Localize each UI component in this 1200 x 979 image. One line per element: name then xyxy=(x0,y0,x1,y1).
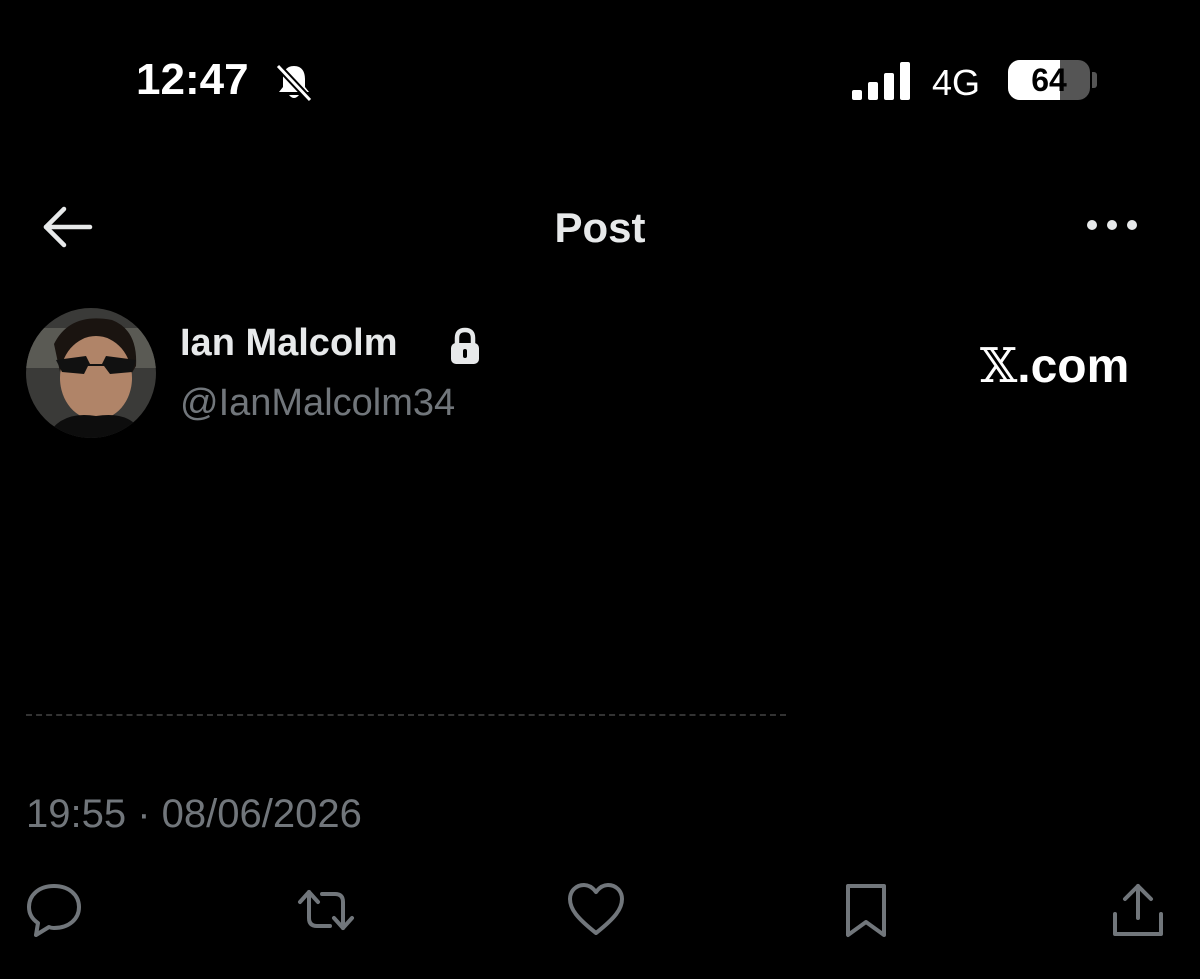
reply-icon[interactable] xyxy=(24,880,84,940)
watermark-domain: .com xyxy=(1017,340,1130,393)
lock-icon xyxy=(451,327,479,364)
battery-percent: 64 xyxy=(1031,62,1067,98)
x-com-watermark: 𝕏.com xyxy=(980,338,1129,394)
repost-icon[interactable] xyxy=(296,880,356,940)
battery-icon: 64 xyxy=(1008,60,1090,100)
author-handle[interactable]: @IanMalcolm34 xyxy=(180,382,455,425)
signal-bars-icon xyxy=(852,62,910,100)
share-icon[interactable] xyxy=(1108,880,1168,940)
author-display-name[interactable]: Ian Malcolm xyxy=(180,322,398,365)
bookmark-icon[interactable] xyxy=(836,880,896,940)
more-options-icon[interactable] xyxy=(1084,210,1140,240)
battery-tip xyxy=(1092,72,1097,88)
page-title: Post xyxy=(554,204,646,251)
avatar[interactable] xyxy=(26,308,156,438)
network-type: 4G xyxy=(932,62,981,103)
post-timestamp: 19:55 · 08/06/2026 xyxy=(26,792,362,836)
status-time: 12:47 xyxy=(136,55,249,104)
bell-muted-icon xyxy=(275,63,313,103)
post-text-line-2 xyxy=(26,660,786,716)
like-icon[interactable] xyxy=(566,880,626,940)
x-logo: 𝕏 xyxy=(980,338,1018,394)
